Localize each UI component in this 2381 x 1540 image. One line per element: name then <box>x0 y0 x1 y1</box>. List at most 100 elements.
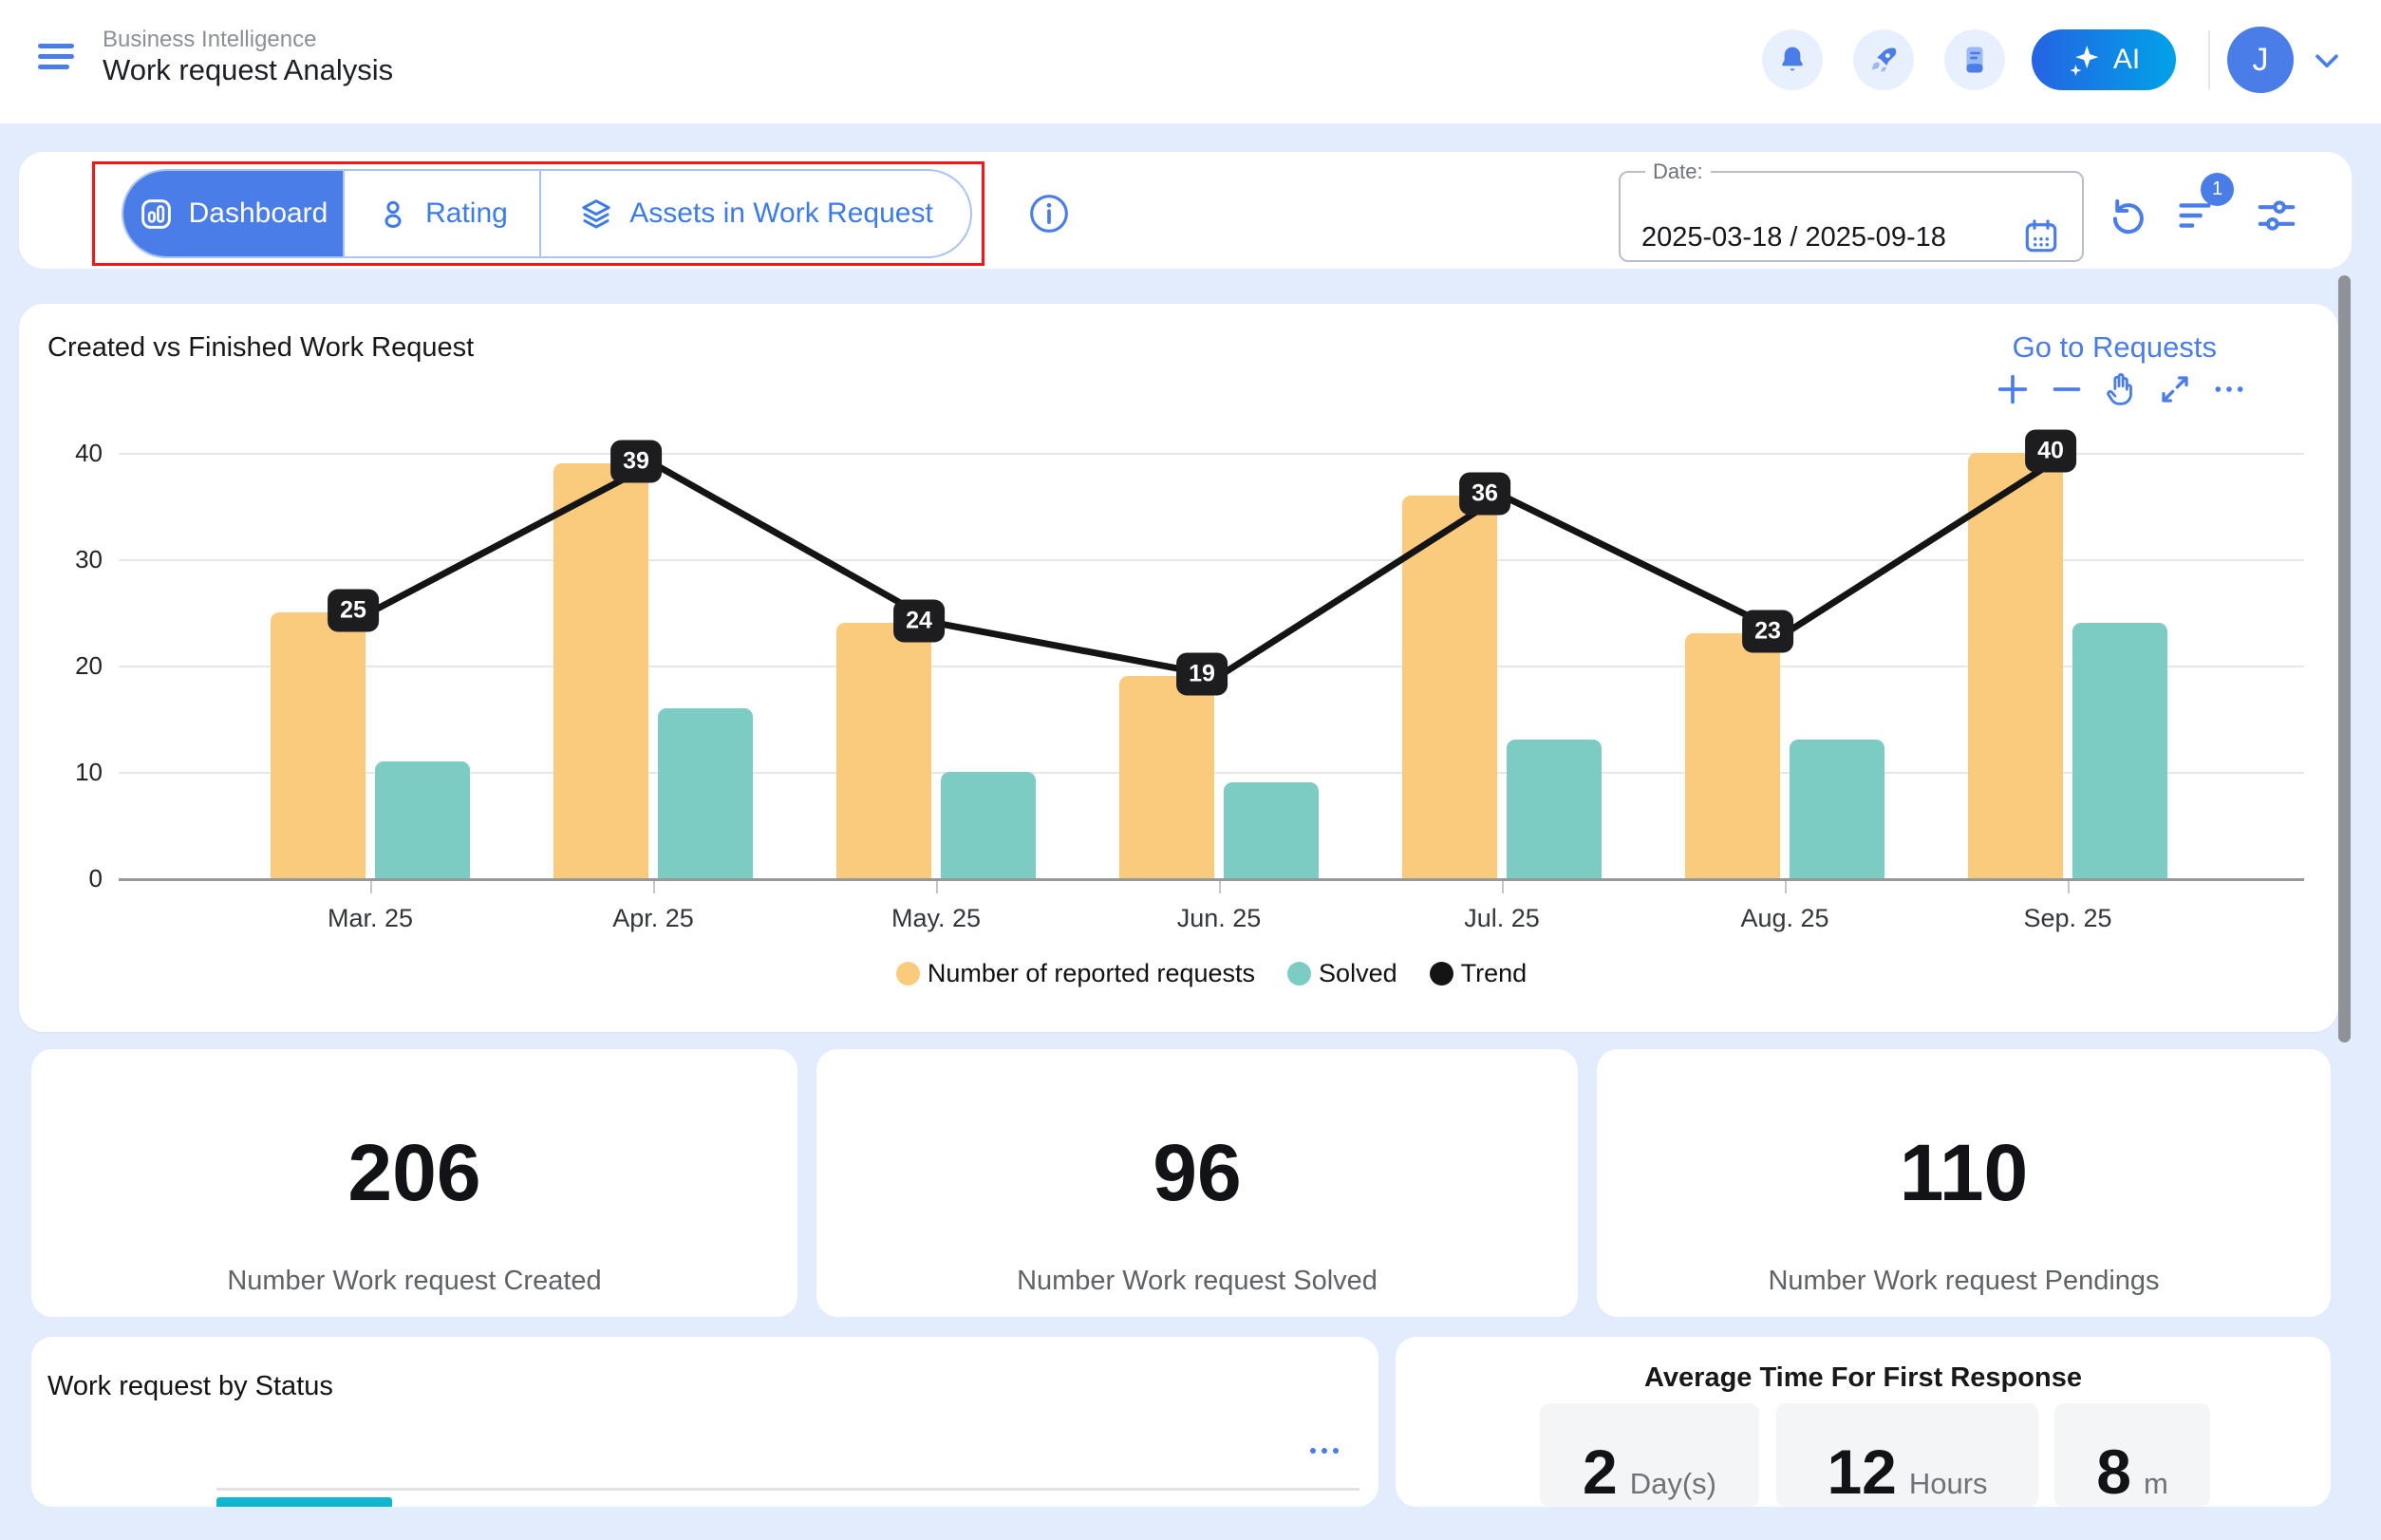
user-avatar[interactable]: J <box>2227 27 2294 93</box>
bar-solved <box>1224 782 1319 878</box>
x-axis-tick <box>1219 881 1221 893</box>
rocket-icon <box>1867 44 1900 76</box>
chart-plot-area: 010203040Mar. 25Apr. 25May. 25Jun. 25Jul… <box>19 304 2338 1032</box>
info-icon[interactable] <box>1028 193 1070 235</box>
trend-value-label: 25 <box>328 590 379 632</box>
x-axis-label: Jun. 25 <box>1134 904 1304 933</box>
legend-dot <box>896 962 920 986</box>
bar-solved <box>1790 740 1884 878</box>
kpi-card-created: 206 Number Work request Created <box>31 1049 797 1317</box>
chevron-down-icon[interactable] <box>2311 49 2343 74</box>
page-title: Work request Analysis <box>103 53 393 87</box>
sliders-icon[interactable] <box>2255 194 2298 237</box>
tab-rating[interactable]: Rating <box>343 171 539 256</box>
tab-label: Assets in Work Request <box>629 197 933 230</box>
kpi-value: 206 <box>31 1127 797 1219</box>
chart-legend: Number of reported requests Solved Trend <box>119 959 2304 988</box>
legend-item-number-of-reported-requests[interactable]: Number of reported requests <box>896 959 1255 988</box>
tab-dashboard[interactable]: Dashboard <box>123 171 343 256</box>
trend-value-label: 36 <box>1459 472 1510 515</box>
filter-count-badge: 1 <box>2201 173 2234 206</box>
dashboard-icon <box>139 197 174 232</box>
bell-icon <box>1776 44 1809 76</box>
metric-unit: Day(s) <box>1630 1469 1716 1498</box>
kpi-card-solved: 96 Number Work request Solved <box>816 1049 1578 1317</box>
sparkle-icon <box>2068 43 2102 77</box>
avatar-initial: J <box>2253 42 2269 79</box>
kpi-label: Number Work request Pendings <box>1597 1266 2331 1297</box>
notifications-button[interactable] <box>1762 29 1823 90</box>
scrollbar-thumb[interactable] <box>2338 275 2351 1042</box>
trend-value-label: 19 <box>1176 653 1228 696</box>
bar-solved <box>658 708 753 878</box>
tab-label: Dashboard <box>189 197 328 230</box>
ai-assistant-button[interactable]: AI <box>2032 29 2176 90</box>
legend-label: Number of reported requests <box>928 959 1255 988</box>
legend-item-trend[interactable]: Trend <box>1430 959 1528 988</box>
notebook-icon <box>1959 44 1991 76</box>
bar-reported <box>1119 676 1214 878</box>
app-subtitle: Business Intelligence <box>103 27 316 53</box>
date-range-value[interactable]: 2025-03-18 / 2025-09-18 <box>1641 222 1946 254</box>
layers-icon <box>578 196 614 232</box>
launch-button[interactable] <box>1853 29 1914 90</box>
x-axis-label: May. 25 <box>851 904 1022 933</box>
x-axis-label: Mar. 25 <box>285 904 456 933</box>
kpi-label: Number Work request Created <box>31 1266 797 1297</box>
more-options-icon[interactable] <box>1305 1439 1343 1462</box>
ai-button-label: AI <box>2113 44 2140 76</box>
refresh-icon[interactable] <box>2105 194 2148 237</box>
x-axis-tick <box>1785 881 1787 893</box>
trend-value-label: 24 <box>893 600 945 643</box>
x-axis-line <box>119 878 2304 881</box>
status-chart-axis <box>216 1488 1359 1491</box>
bar-reported <box>271 612 366 878</box>
response-card-title: Average Time For First Response <box>1396 1362 2331 1394</box>
work-request-analysis-screen: Business Intelligence Work request Analy… <box>0 0 2381 1540</box>
bar-reported <box>1968 453 2063 878</box>
metric-days: 2 Day(s) <box>1540 1403 1759 1507</box>
date-field-label: Date: <box>1645 160 1711 184</box>
y-axis-tick-label: 20 <box>36 651 103 681</box>
metric-value: 12 <box>1827 1440 1896 1503</box>
bar-reported <box>836 623 931 878</box>
metric-unit: Hours <box>1909 1469 1988 1498</box>
y-axis-tick-label: 40 <box>36 439 103 468</box>
trend-value-label: 40 <box>2025 430 2076 473</box>
tab-label: Rating <box>425 197 508 230</box>
kpi-value: 96 <box>816 1127 1578 1219</box>
x-axis-label: Aug. 25 <box>1699 904 1870 933</box>
metric-unit: m <box>2144 1469 2168 1498</box>
metric-hours: 12 Hours <box>1776 1403 2038 1507</box>
bar-solved <box>375 761 470 878</box>
tab-assets-in-work-request[interactable]: Assets in Work Request <box>539 171 970 256</box>
status-card-title: Work request by Status <box>47 1371 333 1402</box>
filter-count: 1 <box>2212 178 2222 200</box>
y-axis-tick-label: 10 <box>36 758 103 787</box>
x-axis-tick <box>370 881 372 893</box>
metric-value: 8 <box>2096 1440 2131 1503</box>
metric-value: 2 <box>1583 1440 1618 1503</box>
legend-dot <box>1287 962 1311 986</box>
y-axis-tick-label: 0 <box>36 864 103 893</box>
bar-solved <box>941 772 1036 878</box>
legend-label: Solved <box>1319 959 1397 988</box>
documentation-button[interactable] <box>1944 29 2005 90</box>
view-tabs: Dashboard Rating Assets in Work Request <box>122 169 972 258</box>
x-axis-tick <box>653 881 655 893</box>
created-vs-finished-chart-card: Created vs Finished Work Request Go to R… <box>19 304 2338 1032</box>
kpi-value: 110 <box>1597 1127 2331 1219</box>
x-axis-tick <box>1502 881 1504 893</box>
date-range-field: Date: 2025-03-18 / 2025-09-18 <box>1619 160 2084 262</box>
bar-solved <box>2072 623 2167 878</box>
x-axis-label: Apr. 25 <box>568 904 739 933</box>
calendar-icon[interactable] <box>2021 216 2061 256</box>
legend-item-solved[interactable]: Solved <box>1287 959 1397 988</box>
bar-reported <box>553 463 648 878</box>
trend-value-label: 39 <box>610 441 662 483</box>
bar-solved <box>1507 740 1602 878</box>
hamburger-menu-icon[interactable] <box>38 44 74 74</box>
bar-reported <box>1685 633 1780 878</box>
kpi-label: Number Work request Solved <box>816 1266 1578 1297</box>
legend-label: Trend <box>1461 959 1528 988</box>
